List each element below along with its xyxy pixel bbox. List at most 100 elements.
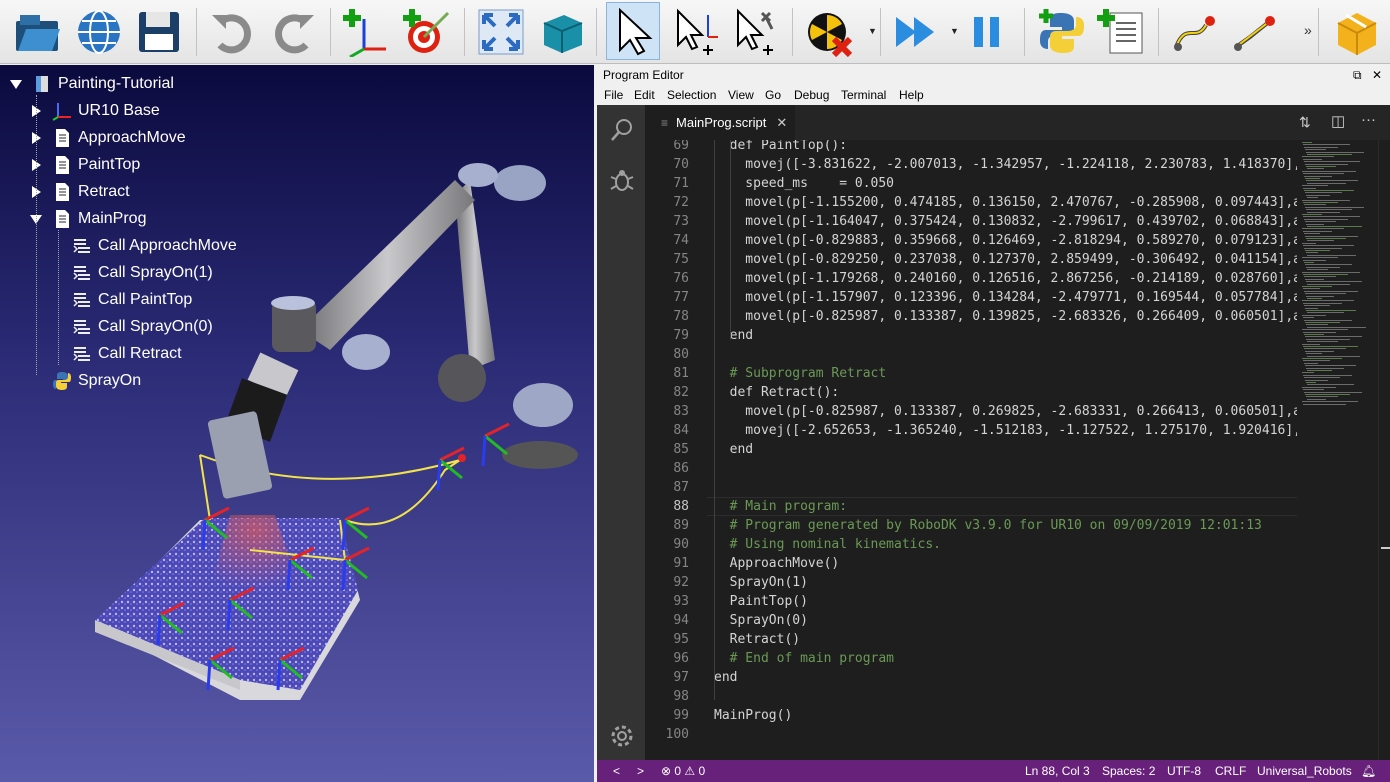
code-line[interactable]: PaintTop() (714, 594, 808, 609)
add-target-button[interactable] (400, 5, 454, 59)
tab-close-icon[interactable]: ✕ (776, 115, 787, 131)
code-line[interactable]: # Using nominal kinematics. (714, 537, 941, 552)
nav-forward-button[interactable]: > (637, 764, 644, 778)
tree-item-call-5[interactable]: Call Retract (72, 341, 182, 367)
code-line[interactable]: movel(p[-0.825987, 0.133387, 0.269825, -… (714, 404, 1297, 419)
select-button[interactable] (606, 2, 660, 60)
vertical-scrollbar[interactable] (1378, 140, 1390, 760)
move-tool-button[interactable] (728, 5, 782, 59)
code-line[interactable]: SprayOn(0) (714, 613, 808, 628)
tree-item-mainprog[interactable]: MainProg (52, 206, 146, 232)
fit-all-button[interactable] (474, 5, 528, 59)
tree-item-approachmove[interactable]: ApproachMove (52, 125, 186, 151)
menu-selection[interactable]: Selection (667, 85, 716, 105)
tree-item-ur10 base[interactable]: UR10 Base (52, 98, 160, 124)
menu-debug[interactable]: Debug (794, 85, 829, 105)
toolbar-overflow-button[interactable]: » (1304, 22, 1312, 38)
search-icon[interactable] (609, 117, 635, 143)
code-line[interactable]: Retract() (714, 632, 800, 647)
undo-button[interactable] (206, 5, 260, 59)
code-line[interactable]: # End of main program (714, 651, 894, 666)
more-actions-icon[interactable]: ··· (1361, 111, 1376, 128)
collapse-arrow-icon[interactable] (10, 80, 22, 89)
code-line[interactable]: end (714, 328, 754, 343)
minimap[interactable] (1300, 140, 1378, 760)
online-library-button[interactable] (72, 5, 126, 59)
minimap-line (1305, 149, 1326, 151)
code-area[interactable]: 69 def PaintTop(): 70 movej([-3.831622, -… (645, 140, 1297, 760)
pause-button[interactable] (960, 5, 1014, 59)
move-linear-button[interactable] (1228, 5, 1282, 59)
debug-icon[interactable] (609, 167, 635, 193)
collision-button[interactable] (802, 5, 856, 59)
tree-item-sprayon[interactable]: SprayOn (52, 368, 141, 394)
menu-help[interactable]: Help (899, 85, 924, 105)
code-line[interactable]: speed_ms = 0.050 (714, 176, 894, 191)
add-object-button[interactable] (534, 5, 588, 59)
tab-mainprog-script[interactable]: ≡ MainProg.script ✕ (645, 105, 795, 140)
tree-item-painttop[interactable]: PaintTop (52, 152, 140, 178)
menu-view[interactable]: View (728, 85, 754, 105)
menu-edit[interactable]: Edit (634, 85, 655, 105)
tree-item-call-3[interactable]: Call PaintTop (72, 287, 192, 313)
package-button[interactable] (1330, 5, 1384, 59)
compare-icon[interactable]: ⇅ (1299, 114, 1311, 131)
run-simulation-button[interactable] (890, 5, 944, 59)
code-line[interactable]: movel(p[-0.829250, 0.237038, 0.127370, 2… (714, 252, 1297, 267)
add-program-button[interactable] (1094, 5, 1148, 59)
code-line[interactable]: movel(p[-1.164047, 0.375424, 0.130832, -… (714, 214, 1297, 229)
close-icon[interactable]: ✕ (1372, 65, 1382, 85)
code-line[interactable]: SprayOn(1) (714, 575, 808, 590)
code-line[interactable]: end (714, 670, 737, 685)
indentation[interactable]: Spaces: 2 (1102, 764, 1155, 778)
elbow-cap (494, 165, 546, 201)
menu-go[interactable]: Go (765, 85, 781, 105)
open-button[interactable] (10, 5, 64, 59)
cursor-position[interactable]: Ln 88, Col 3 (1025, 764, 1090, 778)
language-mode[interactable]: Universal_Robots (1257, 764, 1352, 778)
code-line[interactable]: # Program generated by RoboDK v3.9.0 for… (714, 518, 1262, 533)
code-line[interactable]: movel(p[-1.179268, 0.240160, 0.126516, 2… (714, 271, 1297, 286)
code-line[interactable]: def Retract(): (714, 385, 840, 400)
code-line[interactable]: movel(p[-0.829883, 0.359668, 0.126469, -… (714, 233, 1297, 248)
code-line[interactable]: movel(p[-0.825987, 0.133387, 0.139825, -… (714, 309, 1297, 324)
code-line[interactable]: # Subprogram Retract (714, 366, 887, 381)
tree-item-retract[interactable]: Retract (52, 179, 130, 205)
line-number: 91 (673, 556, 689, 571)
split-editor-icon[interactable]: ◫ (1331, 112, 1345, 130)
restore-icon[interactable]: ⧉ (1353, 65, 1362, 85)
nav-back-button[interactable]: < (613, 764, 620, 778)
move-joint-button[interactable] (1168, 5, 1222, 59)
open-icon (16, 15, 60, 51)
code-line[interactable]: # Main program: (714, 499, 847, 514)
dropdown-caret-icon[interactable]: ▼ (950, 26, 959, 36)
tree-item-call-1[interactable]: Call ApproachMove (72, 233, 237, 259)
minimap-line (1304, 233, 1320, 235)
redo-button[interactable] (266, 5, 320, 59)
dropdown-caret-icon[interactable]: ▼ (868, 26, 877, 36)
code-line[interactable]: movel(p[-1.155200, 0.474185, 0.136150, 2… (714, 195, 1297, 210)
menu-terminal[interactable]: Terminal (841, 85, 886, 105)
move-reference-frame-button[interactable] (668, 5, 722, 59)
python-program-button[interactable] (1034, 5, 1088, 59)
tree-item-call-4[interactable]: Call SprayOn(0) (72, 314, 213, 340)
save-button[interactable] (132, 5, 186, 59)
notifications-bell-icon[interactable]: 🔔︎ (1361, 764, 1376, 778)
tree-item-call-2[interactable]: Call SprayOn(1) (72, 260, 213, 286)
add-reference-frame-button[interactable] (340, 5, 394, 59)
minimap-line (1302, 257, 1338, 259)
menu-file[interactable]: File (604, 85, 623, 105)
code-line[interactable]: end (714, 442, 754, 457)
code-line[interactable]: MainProg() (714, 708, 792, 723)
code-line[interactable]: movej([-2.652653, -1.365240, -1.512183, … (714, 423, 1297, 438)
line-number: 69 (673, 140, 689, 153)
code-line[interactable]: def PaintTop(): (714, 140, 847, 153)
line-ending[interactable]: CRLF (1215, 764, 1246, 778)
tree-item-station[interactable]: Painting-Tutorial (32, 71, 174, 97)
problems-indicator[interactable]: ⊗ 0 ⚠ 0 (661, 764, 705, 778)
code-line[interactable]: movel(p[-1.157907, 0.123396, 0.134284, -… (714, 290, 1297, 305)
code-line[interactable]: ApproachMove() (714, 556, 840, 571)
code-line[interactable]: movej([-3.831622, -2.007013, -1.342957, … (714, 157, 1297, 172)
encoding[interactable]: UTF-8 (1167, 764, 1201, 778)
settings-gear-icon[interactable] (609, 723, 635, 749)
